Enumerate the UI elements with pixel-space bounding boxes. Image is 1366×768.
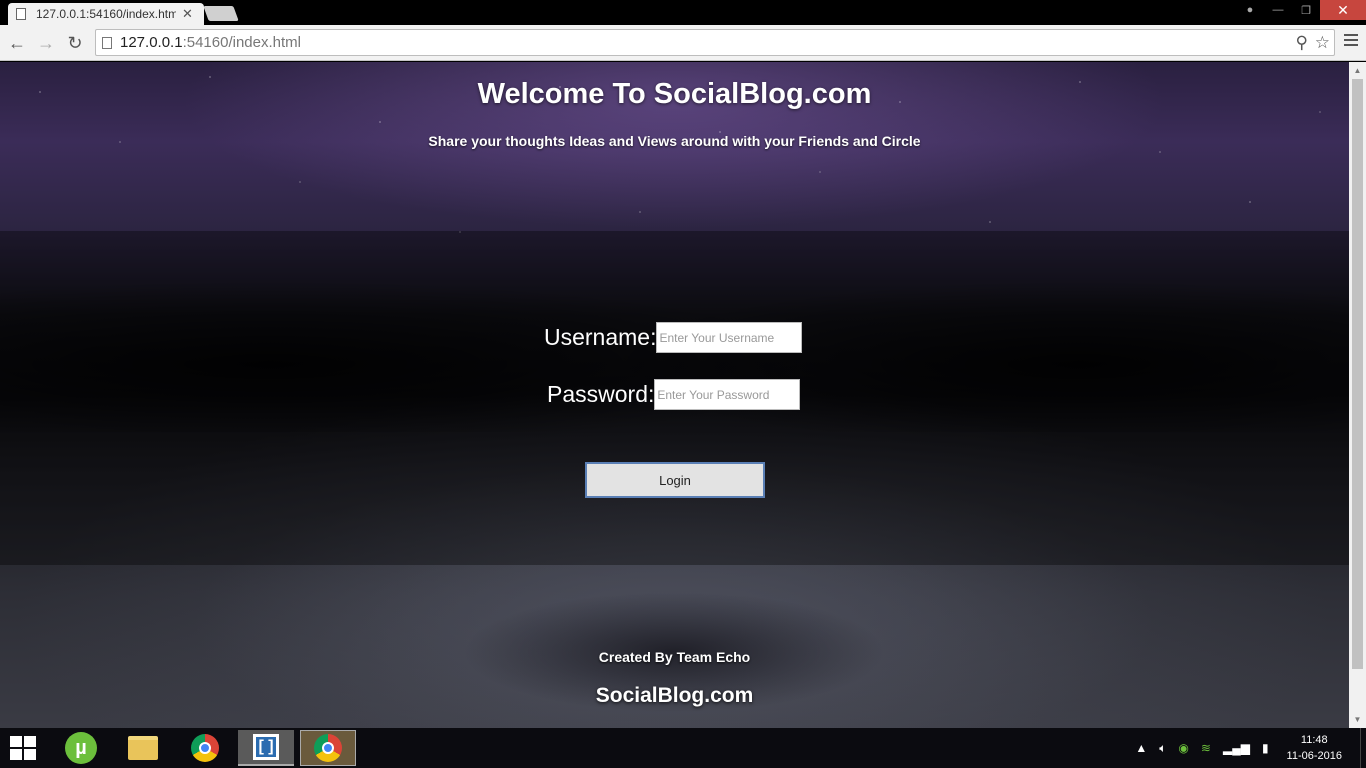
footer-credit: Created By Team Echo (598, 649, 751, 665)
page-scrollbar[interactable]: ▲ ▼ (1349, 62, 1366, 728)
activity-icon[interactable]: ≋ (1201, 741, 1211, 755)
window-controls: ● — ❐ ✕ (1236, 0, 1366, 20)
battery-icon[interactable]: ▮ (1262, 741, 1269, 755)
username-label: Username: (544, 324, 657, 350)
scroll-up-icon[interactable]: ▲ (1349, 62, 1366, 79)
utorrent-taskbar-button[interactable]: µ (53, 730, 109, 766)
user-icon[interactable]: ● (1236, 0, 1264, 20)
address-bar[interactable]: 127.0.0.1:54160/index.html ⚲ ☆ (95, 29, 1335, 56)
page-title: Welcome To SocialBlog.com (477, 78, 872, 110)
brackets-taskbar-button[interactable]: [ ] (238, 730, 294, 766)
url-text: 127.0.0.1:54160/index.html (120, 34, 301, 51)
scroll-down-icon[interactable]: ▼ (1349, 711, 1366, 728)
chrome-active-taskbar-button[interactable] (300, 730, 356, 766)
browser-toolbar: ← → ↻ 127.0.0.1:54160/index.html ⚲ ☆ (0, 25, 1366, 61)
show-desktop-button[interactable] (1360, 728, 1366, 768)
close-icon[interactable]: ✕ (1320, 0, 1366, 20)
password-input[interactable] (654, 379, 801, 410)
clock-time: 11:48 (1300, 734, 1328, 746)
chrome-taskbar-button[interactable] (177, 730, 233, 766)
footer-brand: SocialBlog.com (595, 684, 754, 707)
zoom-icon[interactable]: ⚲ (1296, 33, 1308, 53)
chrome-menu-icon[interactable] (1344, 34, 1358, 48)
url-path: :54160/index.html (182, 34, 301, 51)
url-host: 127.0.0.1 (120, 34, 183, 51)
file-explorer-taskbar-button[interactable] (115, 730, 171, 766)
brackets-icon: [ ] (253, 734, 279, 760)
signal-icon[interactable]: ▂▄▆ (1223, 741, 1250, 755)
chrome-icon (191, 734, 219, 762)
windows-taskbar: µ [ ] ▲ 🔈︎ ◉ ≋ ▂▄▆ ▮ 11:48 11-06-2016 (0, 728, 1366, 768)
folder-icon (128, 736, 158, 760)
page-header: Welcome To SocialBlog.com Share your tho… (0, 62, 1349, 231)
tray-expand-icon[interactable]: ▲ (1135, 741, 1147, 755)
login-button[interactable]: Login (585, 462, 765, 498)
page-icon (16, 8, 26, 20)
password-row: Password: (547, 379, 801, 410)
forward-icon[interactable]: → (35, 32, 57, 54)
network-globe-icon[interactable]: ◉ (1178, 741, 1188, 755)
page-info-icon (102, 36, 112, 49)
chrome-icon (314, 734, 342, 762)
system-tray: ▲ 🔈︎ ◉ ≋ ▂▄▆ ▮ 11:48 11-06-2016 (1129, 728, 1366, 768)
clock-date: 11-06-2016 (1286, 750, 1342, 762)
clock[interactable]: 11:48 11-06-2016 (1287, 732, 1342, 764)
start-button[interactable] (10, 736, 38, 760)
browser-tab-active[interactable]: 127.0.0.1:54160/index.htm ✕ (8, 3, 204, 25)
utorrent-icon: µ (65, 732, 97, 764)
restore-icon[interactable]: ❐ (1292, 0, 1320, 20)
new-tab-button[interactable] (203, 6, 239, 21)
username-row: Username: (544, 322, 803, 353)
login-form: Username: Password: Login (0, 231, 1349, 565)
scroll-thumb[interactable] (1352, 79, 1363, 669)
username-input[interactable] (656, 322, 803, 353)
tab-close-icon[interactable]: ✕ (182, 6, 193, 22)
password-label: Password: (547, 381, 655, 407)
tab-title: 127.0.0.1:54160/index.htm (36, 7, 176, 21)
page-subtitle: Share your thoughts Ideas and Views arou… (428, 133, 921, 149)
reload-icon[interactable]: ↻ (64, 32, 86, 54)
page-viewport: Welcome To SocialBlog.com Share your tho… (0, 62, 1349, 728)
minimize-icon[interactable]: — (1264, 0, 1292, 20)
back-icon[interactable]: ← (6, 32, 28, 54)
bookmark-star-icon[interactable]: ☆ (1315, 33, 1330, 53)
volume-icon[interactable]: 🔈︎ (1159, 741, 1166, 756)
browser-tabbar: 127.0.0.1:54160/index.htm ✕ ● — ❐ ✕ (0, 0, 1366, 25)
